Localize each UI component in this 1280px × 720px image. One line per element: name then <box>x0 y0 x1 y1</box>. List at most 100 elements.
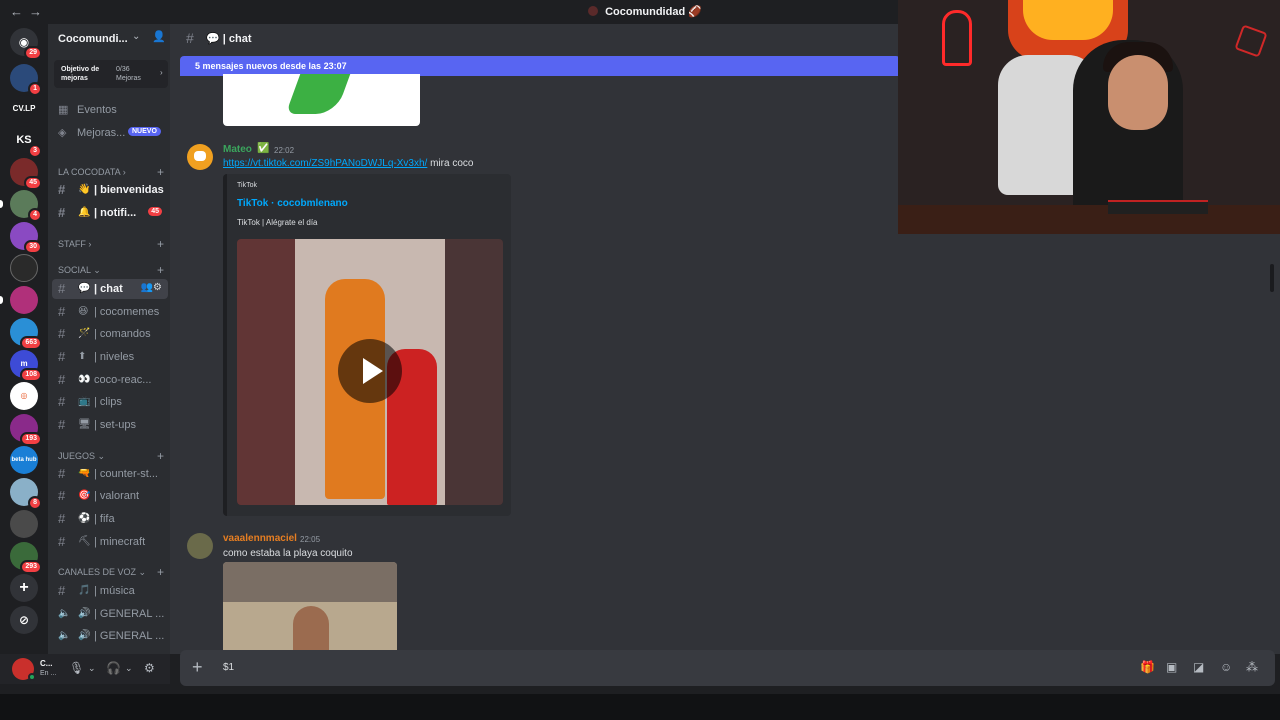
chevron-down-icon[interactable]: ⌄ <box>125 663 133 674</box>
scrollbar[interactable] <box>1270 264 1274 292</box>
server-icon[interactable]: beta hub <box>10 446 38 474</box>
sidebar-item-improvements[interactable]: ◈ Mejoras... NUEVO <box>52 123 168 143</box>
boost-goal[interactable]: Objetivo de mejoras 0/36 Mejoras › <box>54 60 168 88</box>
add-channel-icon[interactable]: + <box>157 449 164 463</box>
message-link[interactable]: https://vt.tiktok.com/ZS9hPANoDWJLq-Xv3x… <box>223 158 427 169</box>
server-icon[interactable]: 663 <box>10 318 42 350</box>
embed-title[interactable]: TikTok · cocobmlenano <box>237 198 348 209</box>
channel-cocomemes[interactable]: # 😆 | cocomemes <box>52 302 168 322</box>
mention-badge: 29 <box>24 46 42 60</box>
guild-header[interactable]: Cocomundi... ⌄ 👤 <box>48 24 170 54</box>
server-icon[interactable]: 30 <box>10 222 42 254</box>
category-label: JUEGOS <box>58 451 96 461</box>
gift-icon[interactable]: 🎁 <box>1140 660 1155 674</box>
avatar[interactable] <box>187 533 213 559</box>
microphone-icon[interactable]: 🎙 <box>69 661 84 675</box>
sidebar-item-events[interactable]: ▦ Eventos <box>52 100 168 120</box>
channel-clips[interactable]: # 📺 | clips <box>52 392 168 412</box>
gear-icon[interactable]: ⚙ <box>144 661 155 675</box>
server-icon[interactable]: 8 <box>10 478 42 510</box>
voice-channel-general-2[interactable]: 🔈 🔊 | GENERAL ... <box>52 626 168 646</box>
play-icon <box>363 358 383 384</box>
mention-badge: 3 <box>28 144 42 158</box>
channel-fifa[interactable]: # ⚽ | fifa <box>52 509 168 529</box>
server-icon[interactable]: 4 <box>0 190 42 222</box>
channel-niveles[interactable]: # ⬆ | niveles <box>52 347 168 367</box>
channel-musica[interactable]: # 🎵 | música <box>52 581 168 601</box>
message-image[interactable] <box>223 74 420 126</box>
message-author[interactable]: vaaalennmaciel <box>223 533 297 544</box>
apps-icon[interactable]: ⁂ <box>1246 660 1258 674</box>
message-timestamp: 22:05 <box>300 535 321 544</box>
server-icon[interactable]: m 108 <box>10 350 42 382</box>
attach-plus-icon[interactable]: + <box>192 657 203 678</box>
channel-coco-reacciones[interactable]: # 👀 coco-reac... <box>52 370 168 390</box>
server-icon[interactable] <box>10 254 38 282</box>
channel-label: | minecraft <box>94 536 146 548</box>
chevron-down-icon[interactable]: ⌄ <box>88 663 96 674</box>
server-icon[interactable]: KS 3 <box>10 126 42 158</box>
category-staff[interactable]: STAFF › + <box>58 237 168 251</box>
category-juegos[interactable]: JUEGOS ⌄ + <box>58 449 168 463</box>
channel-minecraft[interactable]: # ⛏ | minecraft <box>52 532 168 552</box>
gif-icon[interactable]: ▣ <box>1166 660 1177 674</box>
headphones-icon[interactable]: 🎧 <box>106 661 121 675</box>
server-icon[interactable]: 1 <box>10 64 42 96</box>
channel-chat[interactable]: # 💬 | chat 👥⚙ <box>52 279 168 299</box>
add-channel-icon[interactable]: + <box>157 263 164 277</box>
sidebar-item-label: Mejoras... <box>77 127 126 139</box>
channel-counter-strike[interactable]: # 🔫 | counter-st... <box>52 464 168 484</box>
category-social[interactable]: SOCIAL ⌄ + <box>58 263 168 277</box>
invite-people-icon[interactable]: 👤 <box>152 30 166 43</box>
channel-valorant[interactable]: # 🎯 | valorant <box>52 486 168 506</box>
server-icon[interactable]: 193 <box>10 414 42 446</box>
level-up-icon: ⬆ <box>78 351 87 362</box>
category-label: STAFF <box>58 239 86 249</box>
server-icon[interactable] <box>10 510 38 538</box>
channel-settings-icon[interactable]: 👥⚙ <box>141 282 162 293</box>
server-icon[interactable]: 45 <box>10 158 42 190</box>
add-server-button[interactable]: + <box>10 574 38 602</box>
channel-set-ups[interactable]: # 🖥 | set-ups <box>52 415 168 435</box>
channel-title-text: | chat <box>222 33 252 45</box>
channel-label: | valorant <box>94 490 140 502</box>
sticker-icon[interactable]: ◪ <box>1193 660 1204 674</box>
server-initials: CV.LP <box>12 104 36 113</box>
add-channel-icon[interactable]: + <box>157 165 164 179</box>
server-icon[interactable] <box>0 286 38 314</box>
channel-comandos[interactable]: # 🪄 | comandos <box>52 324 168 344</box>
new-messages-bar[interactable]: 5 mensajes nuevos desde las 23:07 <box>180 56 900 76</box>
message-author[interactable]: Mateo <box>223 144 252 155</box>
voice-channel-general-1[interactable]: 🔈 🔊 | GENERAL ... <box>52 604 168 624</box>
sidebar-item-label: Eventos <box>77 104 117 116</box>
channel-notificaciones[interactable]: # 🔔 | notifi... 45 <box>52 203 168 223</box>
guild-name: Cocomundi... <box>58 33 128 45</box>
explore-button[interactable]: ⊘ <box>10 606 38 634</box>
message-composer[interactable]: + $1 🎁 ▣ ◪ ☺ ⁂ <box>180 650 1275 686</box>
emoji-icon[interactable]: ☺ <box>1220 660 1232 674</box>
channel-bienvenidas[interactable]: # 👋 | bienvenidas <box>52 180 168 200</box>
add-channel-icon[interactable]: + <box>157 237 164 251</box>
message-input[interactable]: $1 <box>223 662 234 673</box>
discord-home-icon[interactable]: ◉ 29 <box>10 28 42 60</box>
avatar[interactable] <box>187 144 213 170</box>
play-button[interactable] <box>338 339 402 403</box>
mention-badge: 1 <box>28 82 42 96</box>
category-voz[interactable]: CANALES DE VOZ ⌄ + <box>58 565 168 579</box>
bell-icon: 🔔 <box>78 207 91 218</box>
wand-icon: 🪄 <box>78 328 91 339</box>
unread-indicator <box>0 200 3 208</box>
desk <box>898 205 1280 234</box>
window-title-text: Cocomundidad <box>605 6 686 18</box>
hash-icon: # <box>186 30 194 46</box>
online-status-indicator <box>28 673 36 681</box>
server-icon[interactable]: CV.LP <box>10 95 38 123</box>
user-status: En ... <box>40 670 57 677</box>
server-icon[interactable]: 293 <box>10 542 42 574</box>
message-image[interactable] <box>223 562 397 654</box>
channel-label: | GENERAL ... <box>94 608 164 620</box>
category-cocodata[interactable]: LA COCODATA › + <box>58 165 168 179</box>
embed-video[interactable] <box>237 239 503 505</box>
server-icon[interactable]: ◎ <box>10 382 38 410</box>
add-channel-icon[interactable]: + <box>157 565 164 579</box>
